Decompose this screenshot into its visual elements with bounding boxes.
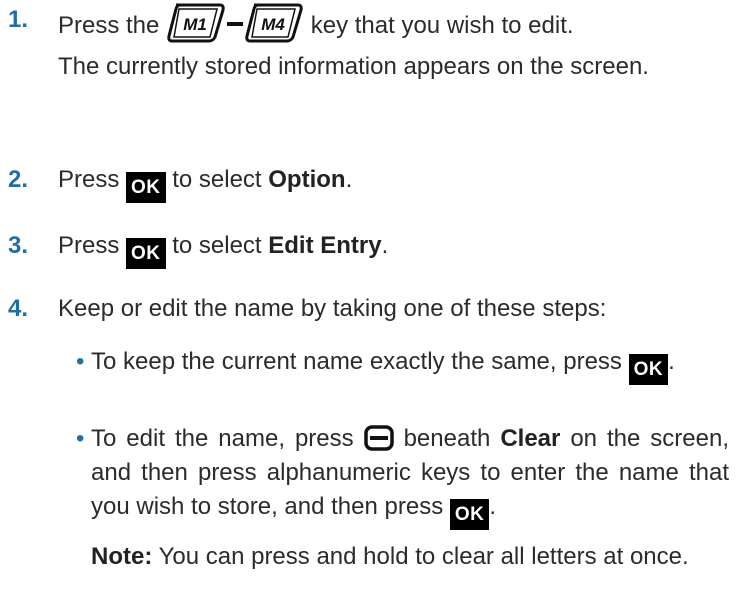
- step-number: 2.: [8, 166, 29, 193]
- soft-key-icon: [363, 425, 394, 451]
- step-3-text-before: Press: [58, 232, 120, 259]
- bullet-text: To keep the current name exactly the sam…: [91, 345, 729, 385]
- step-4-text: Keep or edit the name by taking one of t…: [58, 295, 607, 322]
- m1-key-icon: M1: [166, 3, 226, 43]
- step-2-text-before: Press: [58, 166, 120, 193]
- bullet-text: To edit the name, press beneath Clear on…: [91, 422, 729, 530]
- edit-entry-label: Edit Entry: [268, 232, 382, 259]
- note-text: Note: You can press and hold to clear al…: [91, 540, 729, 574]
- period: .: [668, 348, 675, 375]
- step-text: Press OK to select Option.: [58, 163, 729, 203]
- m4-key-icon: M4: [244, 3, 304, 43]
- instruction-page: 1. Press the M1 M4 key that you wish to …: [0, 0, 751, 609]
- clear-label: Clear: [500, 425, 561, 452]
- period: .: [489, 493, 497, 520]
- step-1-text-after: key that you wish to edit.: [310, 12, 574, 39]
- m4-key-label: M4: [261, 15, 285, 34]
- note-body: You can press and hold to clear all lett…: [158, 543, 689, 570]
- step-1-description: The currently stored information appears…: [58, 53, 649, 80]
- step-2-text-middle: to select: [172, 166, 262, 193]
- bullet-2-text-2: beneath: [403, 425, 491, 452]
- step-text: Press the M1 M4 key that you wish to edi…: [58, 3, 729, 43]
- range-dash: [227, 22, 244, 26]
- period: .: [381, 232, 389, 259]
- ok-key-icon: OK: [628, 354, 669, 385]
- bullet-1-text: To keep the current name exactly the sam…: [91, 348, 622, 375]
- bullet-2-text-1: To edit the name, press: [91, 425, 354, 452]
- bullet-marker: •: [76, 348, 85, 375]
- step-number: 3.: [8, 232, 29, 259]
- step-text: Press OK to select Edit Entry.: [58, 229, 729, 269]
- step-number: 1.: [8, 6, 29, 33]
- ok-key-icon: OK: [126, 172, 166, 203]
- ok-key-icon: OK: [449, 499, 490, 530]
- step-1-text-before: Press the: [58, 12, 160, 39]
- step-3-text-middle: to select: [172, 232, 262, 259]
- step-number: 4.: [8, 295, 29, 322]
- ok-key-icon: OK: [126, 238, 166, 269]
- bullet-marker: •: [76, 425, 85, 452]
- note-label: Note:: [91, 543, 153, 570]
- m1-key-label: M1: [183, 15, 207, 34]
- period: .: [345, 166, 353, 193]
- option-label: Option: [268, 166, 346, 193]
